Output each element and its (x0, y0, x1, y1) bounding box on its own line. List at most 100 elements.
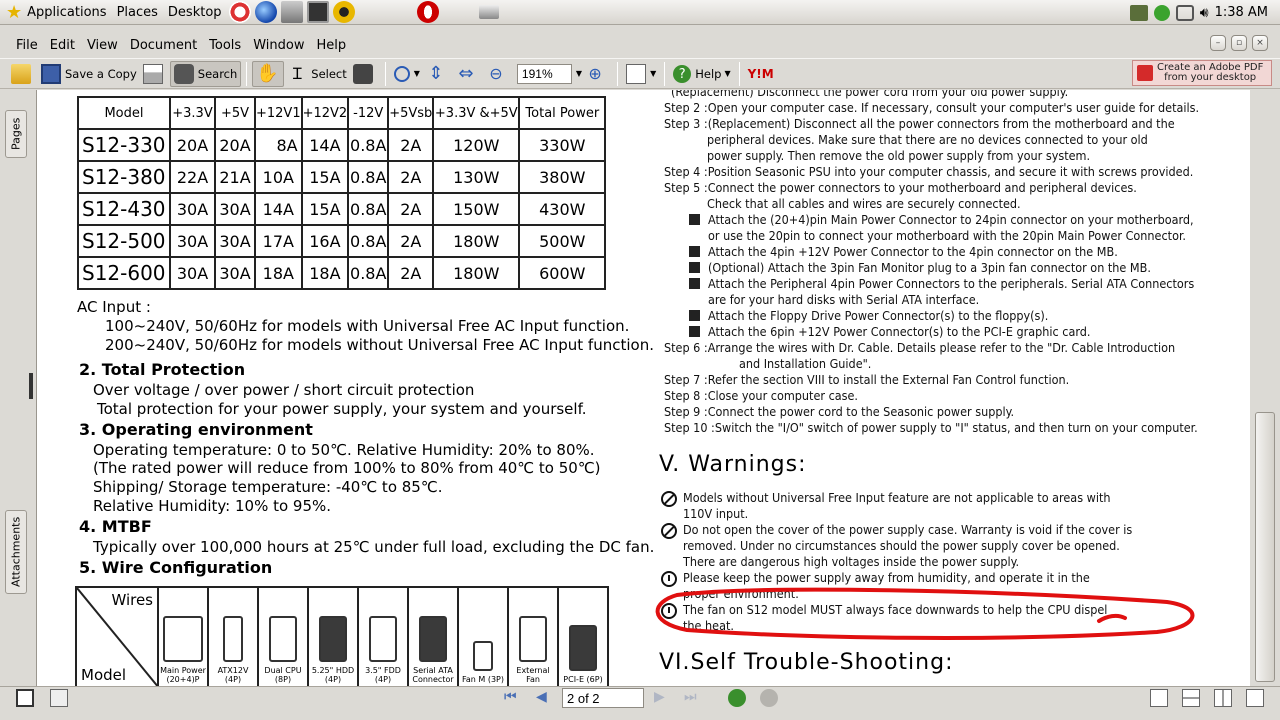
volume-icon[interactable]: 🔊︎ (1200, 5, 1209, 21)
open-button[interactable] (8, 61, 38, 87)
troubleshooting-heading: VI.Self Trouble-Shooting: (659, 650, 954, 675)
facing-view-icon[interactable] (1214, 689, 1232, 707)
go-back-icon[interactable] (728, 689, 746, 707)
close-icon[interactable]: × (1252, 35, 1268, 51)
table-cell: 120W (432, 128, 521, 162)
pane-splitter[interactable] (29, 373, 33, 399)
desktop-menu[interactable]: Desktop (163, 5, 227, 20)
tab-pages[interactable]: Pages (5, 110, 27, 158)
pcie-connector-icon (569, 625, 597, 671)
menu-help[interactable]: Help (310, 38, 352, 53)
network-icon[interactable] (1129, 4, 1148, 21)
menu-view[interactable]: View (81, 38, 124, 53)
menu-window[interactable]: Window (247, 38, 310, 53)
web-browser-icon[interactable] (254, 1, 277, 23)
settings-icon[interactable] (332, 1, 355, 23)
prohibited-icon (661, 523, 677, 539)
wire-table-corner: Wires Model (75, 586, 159, 686)
opera-icon[interactable] (416, 1, 439, 23)
body-text: Shipping/ Storage temperature: -40℃ to 8… (93, 478, 443, 496)
warning-text: removed. Under no circumstances should t… (683, 538, 1120, 553)
first-page-icon[interactable]: ⏮ (504, 689, 522, 707)
fdd-connector-icon (369, 616, 397, 662)
rotate-view-button[interactable]: ▼ (623, 61, 659, 87)
continuous-view-icon[interactable] (1182, 689, 1200, 707)
ac-input-label: AC Input : (77, 298, 151, 316)
tab-attachments[interactable]: Attachments (5, 510, 27, 594)
table-cell: 130W (432, 160, 521, 194)
hand-tool-button[interactable]: ✋ (252, 60, 285, 87)
table-cell: 14A (254, 192, 303, 226)
wire-column: ATX12V (4P) (207, 586, 259, 686)
terminal-icon[interactable] (306, 1, 329, 23)
zoom-out-button[interactable]: ⊖ (483, 61, 513, 87)
menu-file[interactable]: File (10, 38, 44, 53)
document-properties-icon[interactable] (50, 689, 68, 707)
single-page-view-icon[interactable] (1150, 689, 1168, 707)
menu-tools[interactable]: Tools (203, 38, 247, 53)
yahoo-button[interactable]: Y!M (745, 61, 781, 87)
table-cell: 0.8A (347, 192, 390, 226)
table-header: +5Vsb (387, 96, 435, 130)
next-page-icon[interactable]: ▶ (654, 689, 672, 707)
restore-icon[interactable]: ▫ (1231, 35, 1247, 51)
table-cell: 21A (214, 160, 256, 194)
select-label: Select (311, 66, 347, 81)
applications-menu[interactable]: Applications (22, 5, 111, 20)
bullet-icon (689, 310, 700, 321)
create-adobe-pdf-button[interactable]: Create an Adobe PDF from your desktop (1132, 60, 1272, 86)
hdd-connector-icon (319, 616, 347, 662)
help-lifebuoy-icon[interactable] (228, 1, 251, 23)
document-viewport[interactable]: Model +3.3V +5V +12V1 +12V2 -12V +5Vsb +… (36, 90, 1250, 686)
table-header: Model (77, 96, 171, 130)
page-number-input[interactable] (562, 688, 644, 708)
table-cell: 30A (169, 224, 216, 258)
tab-attachments-label: Attachments (9, 516, 23, 588)
table-header: +3.3V &+5V (432, 96, 521, 130)
table-cell: S12-430 (77, 192, 171, 226)
table-cell: 10A (254, 160, 303, 194)
email-icon[interactable] (280, 1, 303, 23)
zoom-in-button[interactable]: ⊕ (582, 61, 612, 87)
gnome-foot-icon[interactable]: ★ (6, 2, 22, 23)
table-cell: 30A (214, 192, 256, 226)
menu-edit[interactable]: Edit (44, 38, 81, 53)
adobe-label-line2: from your desktop (1164, 72, 1257, 83)
network-drive-icon[interactable] (478, 5, 499, 19)
menu-document[interactable]: Document (124, 38, 203, 53)
table-cell: 500W (518, 224, 607, 258)
help-button[interactable]: ? Help ▼ (670, 61, 733, 87)
wireless-icon[interactable] (1175, 4, 1194, 21)
table-row: S12-380 22A 21A 10A 15A 0.8A 2A 130W 380… (77, 160, 607, 194)
continuous-facing-view-icon[interactable] (1246, 689, 1264, 707)
last-page-icon[interactable]: ⏭ (684, 689, 702, 707)
bullet-icon (689, 326, 700, 337)
fit-width-button[interactable]: ⇔ (453, 61, 483, 87)
zoom-tool-button[interactable]: ▼ (391, 61, 423, 87)
previous-page-icon[interactable]: ◀ (536, 689, 554, 707)
minimize-icon[interactable]: – (1210, 35, 1226, 51)
table-header: +5V (214, 96, 256, 130)
scrollbar-thumb[interactable] (1255, 412, 1275, 682)
select-tool-button[interactable]: Ɪ Select (284, 61, 349, 87)
zoom-level-input[interactable] (516, 63, 572, 84)
clock[interactable]: 1:38 AM (1215, 5, 1268, 20)
table-cell: 20A (214, 128, 256, 162)
page-thumbnail-icon[interactable] (16, 689, 34, 707)
table-cell: 430W (518, 192, 607, 226)
places-menu[interactable]: Places (112, 5, 163, 20)
print-button[interactable] (140, 61, 170, 87)
update-check-icon[interactable] (1153, 4, 1170, 21)
search-button[interactable]: Search (169, 60, 242, 87)
snapshot-button[interactable] (350, 61, 380, 87)
system-tray: 🔊︎ 1:38 AM (1129, 0, 1280, 25)
vertical-scrollbar[interactable] (1250, 90, 1280, 686)
toolbar-separator (738, 61, 740, 86)
save-copy-button[interactable]: Save a Copy (38, 61, 140, 87)
section-heading: 4. MTBF (79, 517, 152, 536)
install-step: Step 5 :Connect the power connectors to … (664, 180, 1137, 195)
fit-height-button[interactable]: ⇕ (423, 61, 453, 87)
body-text: Over voltage / over power / short circui… (93, 381, 475, 399)
table-cell: 30A (214, 224, 256, 258)
go-forward-icon[interactable] (760, 689, 778, 707)
